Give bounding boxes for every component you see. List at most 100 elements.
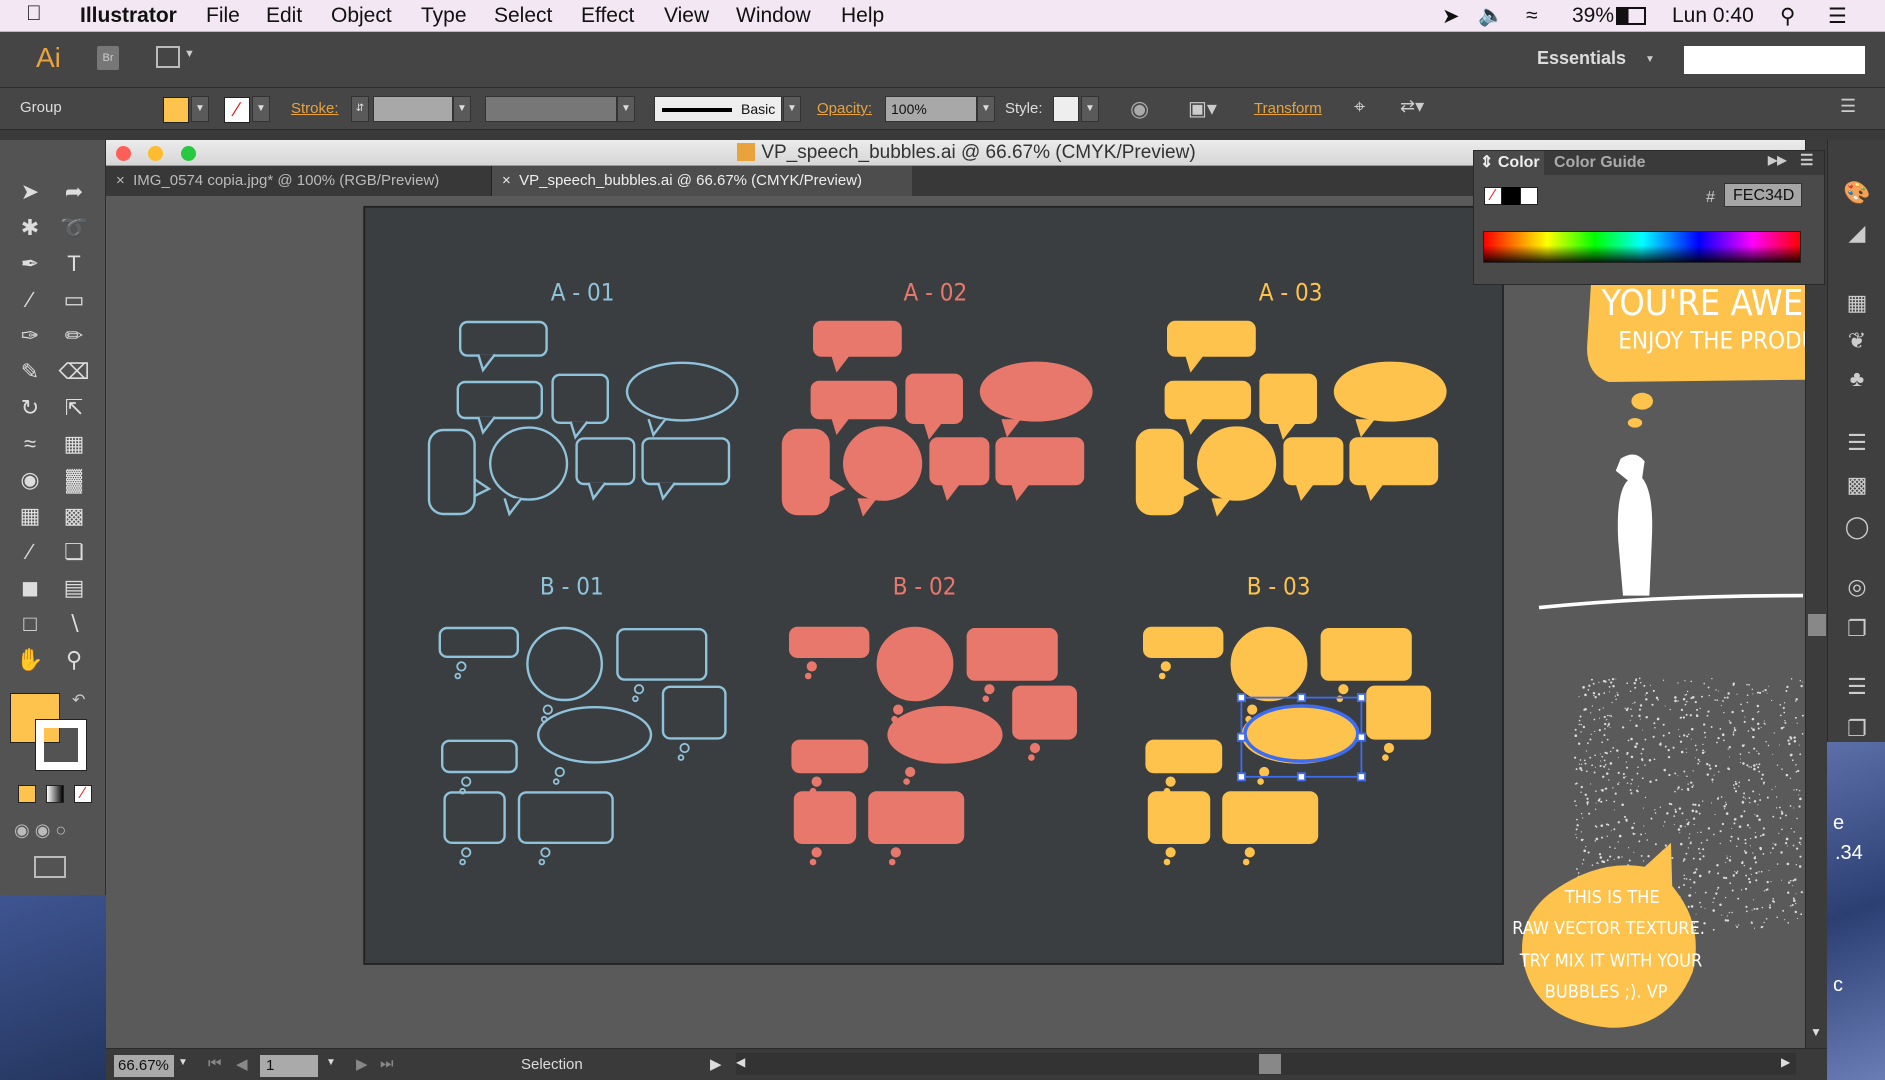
canvas[interactable]: A - 01 A - 02 A - 03 B - 01 B - 02 B - 0… (106, 196, 1805, 1048)
symbols-icon[interactable]: ♣ (1842, 364, 1872, 394)
thought-dot[interactable] (1244, 847, 1255, 858)
thought-dot[interactable] (1160, 661, 1171, 672)
menu-app[interactable]: Illustrator (80, 4, 177, 28)
opacity-field[interactable]: 100% (885, 96, 977, 122)
thought-dot[interactable] (893, 704, 904, 715)
chevron-down-icon[interactable]: ▼ (783, 96, 801, 122)
thought-dot[interactable] (1165, 776, 1176, 787)
thought-dot[interactable] (888, 858, 896, 866)
bubble-body[interactable] (1135, 428, 1184, 516)
column-graph-tool-icon[interactable]: ▤ (58, 572, 90, 604)
status-menu-arrow[interactable]: ▶ (710, 1055, 722, 1073)
hand-tool-icon[interactable]: ✋ (14, 644, 46, 676)
recolor-artwork-icon[interactable]: ◉ (1130, 96, 1149, 122)
bubble-body[interactable] (781, 428, 830, 516)
scroll-right-arrow[interactable]: ▶ (1781, 1055, 1790, 1069)
menu-help[interactable]: Help (841, 4, 884, 28)
fill-swatch[interactable] (163, 97, 189, 123)
shape-builder-tool-icon[interactable]: ◉ (14, 464, 46, 496)
thought-dot[interactable] (1383, 742, 1395, 754)
fill-dropdown[interactable]: ▼ (191, 96, 209, 122)
bubble-body[interactable] (810, 380, 897, 420)
thought-dot[interactable] (1165, 847, 1176, 858)
bubble-body[interactable] (1349, 437, 1439, 486)
bubble-body[interactable] (812, 320, 902, 357)
width-tool-icon[interactable]: ≈ (14, 428, 46, 460)
bubble-body[interactable] (1197, 426, 1277, 501)
first-artboard-icon[interactable]: ⏮ (208, 1055, 222, 1072)
artboard-tool-icon[interactable]: □ (14, 608, 46, 640)
bubble-body[interactable] (966, 628, 1058, 681)
transform-link[interactable]: Transform (1254, 100, 1322, 117)
menu-edit[interactable]: Edit (266, 4, 302, 28)
thought-dot[interactable] (804, 672, 812, 680)
artboards-icon[interactable]: ❐ (1842, 714, 1872, 744)
pen-tool-icon[interactable]: ✒ (14, 248, 46, 280)
none-mode-button[interactable]: ∕ (74, 785, 92, 803)
rectangle-tool-icon[interactable]: ▭ (58, 284, 90, 316)
thought-dot[interactable] (809, 858, 817, 866)
bubble-body[interactable] (1142, 626, 1224, 658)
scale-tool-icon[interactable]: ⇱ (58, 392, 90, 424)
artboard-number-field[interactable]: 1 (260, 1055, 318, 1077)
bubble-body[interactable] (1333, 361, 1447, 422)
bubble-body[interactable] (793, 791, 857, 844)
menu-file[interactable]: File (206, 4, 240, 28)
free-transform-tool-icon[interactable]: ▦ (58, 428, 90, 460)
previous-artboard-icon[interactable]: ◀ (236, 1055, 248, 1073)
minimize-button[interactable] (148, 146, 163, 161)
brushes-icon[interactable]: ❦ (1842, 326, 1872, 356)
battery-icon[interactable] (1616, 7, 1646, 25)
menu-effect[interactable]: Effect (581, 4, 634, 28)
arrange-documents-icon[interactable] (156, 46, 180, 68)
color-guide-icon[interactable]: ◢ (1842, 218, 1872, 248)
chevron-down-icon[interactable]: ▼ (977, 96, 995, 122)
symbol-sprayer-tool-icon[interactable]: ◼ (14, 572, 46, 604)
stroke-weight-stepper[interactable]: ⇵ (351, 96, 369, 122)
blend-tool-icon[interactable]: ❏ (58, 536, 90, 568)
panel-menu-icon[interactable]: ☰ (1840, 96, 1856, 117)
bubble-body[interactable] (1145, 739, 1223, 774)
workspace-switcher[interactable]: Essentials (1537, 48, 1626, 69)
eyedropper-tool-icon[interactable]: ∕ (14, 536, 46, 568)
swatches-icon[interactable]: ▦ (1842, 288, 1872, 318)
perspective-grid-tool-icon[interactable]: ▓ (58, 464, 90, 496)
chevron-down-icon[interactable]: ▼ (178, 1057, 188, 1068)
thought-dot[interactable] (1029, 742, 1041, 754)
screen-mode-icon[interactable] (34, 856, 66, 878)
bubble-body[interactable] (1259, 373, 1317, 424)
thought-dot[interactable] (1382, 754, 1389, 761)
lasso-tool-icon[interactable]: ➰ (58, 212, 90, 244)
bubble-body[interactable] (979, 361, 1093, 422)
bubble-body[interactable] (1283, 437, 1344, 486)
stroke-label[interactable]: Stroke: (291, 100, 339, 117)
tab-color[interactable]: ⇕ Color (1474, 151, 1544, 175)
bubble-body[interactable] (868, 791, 965, 844)
menu-type[interactable]: Type (421, 4, 467, 28)
chevron-down-icon[interactable]: ▼ (184, 48, 195, 60)
wifi-icon[interactable]: ≈ (1526, 4, 1538, 28)
stroke-color-swatch[interactable] (35, 719, 87, 771)
apple-icon[interactable]:  (26, 2, 42, 26)
blob-brush-tool-icon[interactable]: ✎ (14, 356, 46, 388)
graphic-styles-icon[interactable]: ❐ (1842, 614, 1872, 644)
stroke-weight-field[interactable] (373, 96, 453, 122)
volume-icon[interactable]: 🔈 (1478, 4, 1504, 28)
thought-dot[interactable] (1257, 778, 1264, 785)
rotate-tool-icon[interactable]: ↻ (14, 392, 46, 424)
line-tool-icon[interactable]: ∕ (14, 284, 46, 316)
drawing-modes-icon[interactable]: ◉ ◉ ○ (14, 820, 66, 841)
black-swatch[interactable] (1502, 187, 1520, 205)
mesh-tool-icon[interactable]: ▦ (14, 500, 46, 532)
transparency-icon[interactable]: ◯ (1842, 512, 1872, 542)
swap-fill-stroke-icon[interactable]: ↶ (72, 690, 85, 710)
variable-width-field[interactable] (485, 96, 617, 122)
chevron-down-icon[interactable]: ▼ (326, 1057, 336, 1068)
scroll-left-arrow[interactable]: ◀ (736, 1055, 745, 1069)
horizontal-scrollbar[interactable]: ◀ ▶ (736, 1053, 1796, 1075)
none-swatch[interactable]: ∕ (1484, 187, 1502, 205)
bubble-body[interactable] (1366, 685, 1431, 740)
zoom-tool-icon[interactable]: ⚲ (58, 644, 90, 676)
gradient-tool-icon[interactable]: ▩ (58, 500, 90, 532)
menu-window[interactable]: Window (736, 4, 811, 28)
